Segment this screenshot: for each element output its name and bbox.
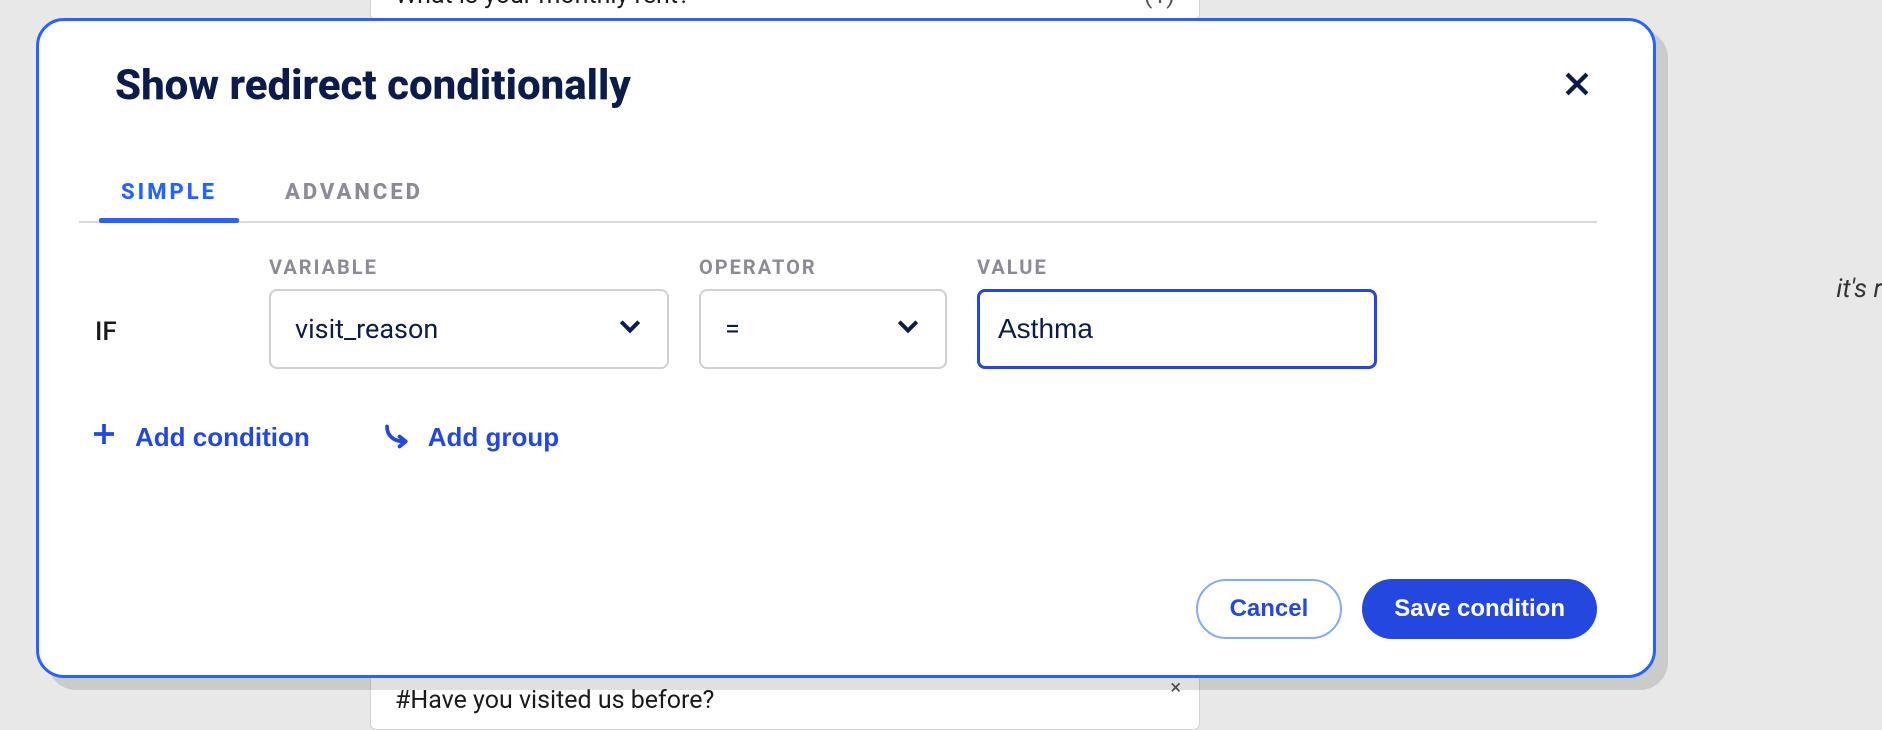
tabs: SIMPLE ADVANCED bbox=[79, 166, 1597, 223]
bg-question-bottom-text: #Have you visited us before? bbox=[395, 686, 1175, 715]
chevron-down-icon bbox=[893, 311, 923, 348]
plus-icon bbox=[89, 419, 119, 456]
close-button[interactable] bbox=[1557, 66, 1597, 106]
save-condition-button[interactable]: Save condition bbox=[1362, 579, 1597, 639]
arrow-subdirectory-icon bbox=[382, 419, 412, 456]
variable-label: VARIABLE bbox=[269, 255, 669, 279]
add-condition-button[interactable]: Add condition bbox=[79, 413, 320, 462]
if-label: IF bbox=[79, 317, 239, 369]
modal-footer: Cancel Save condition bbox=[59, 579, 1597, 639]
value-label: VALUE bbox=[977, 255, 1377, 279]
operator-select[interactable]: = bbox=[699, 289, 947, 369]
variable-select[interactable]: visit_reason bbox=[269, 289, 669, 369]
bg-question-top-count: (1) bbox=[1144, 0, 1175, 10]
variable-field: VARIABLE visit_reason bbox=[269, 255, 669, 369]
tab-advanced[interactable]: ADVANCED bbox=[279, 166, 429, 221]
value-field: VALUE bbox=[977, 255, 1377, 369]
conditional-redirect-modal: Show redirect conditionally SIMPLE ADVAN… bbox=[36, 18, 1656, 678]
operator-selected-value: = bbox=[725, 313, 740, 345]
operator-label: OPERATOR bbox=[699, 255, 947, 279]
bg-question-top-text: What is your monthly rent? bbox=[395, 0, 1144, 10]
add-condition-label: Add condition bbox=[135, 422, 310, 453]
tab-simple[interactable]: SIMPLE bbox=[115, 166, 223, 221]
add-group-button[interactable]: Add group bbox=[372, 413, 569, 462]
variable-selected-value: visit_reason bbox=[295, 313, 438, 345]
value-input[interactable] bbox=[977, 289, 1377, 369]
operator-field: OPERATOR = bbox=[699, 255, 947, 369]
chevron-down-icon bbox=[615, 311, 645, 348]
close-icon: × bbox=[1170, 675, 1181, 699]
add-group-label: Add group bbox=[428, 422, 559, 453]
condition-actions: Add condition Add group bbox=[59, 413, 1597, 462]
bg-question-row-bottom: #Have you visited us before? × bbox=[370, 670, 1200, 730]
cancel-button[interactable]: Cancel bbox=[1196, 579, 1343, 639]
condition-row: IF VARIABLE visit_reason OPERATOR = VALU… bbox=[59, 255, 1597, 369]
modal-header: Show redirect conditionally bbox=[59, 61, 1597, 110]
bg-right-hint: it's r bbox=[1836, 274, 1882, 304]
close-icon bbox=[1560, 67, 1594, 104]
modal-title: Show redirect conditionally bbox=[115, 61, 631, 110]
bg-question-row-top: What is your monthly rent? (1) bbox=[370, 0, 1200, 20]
